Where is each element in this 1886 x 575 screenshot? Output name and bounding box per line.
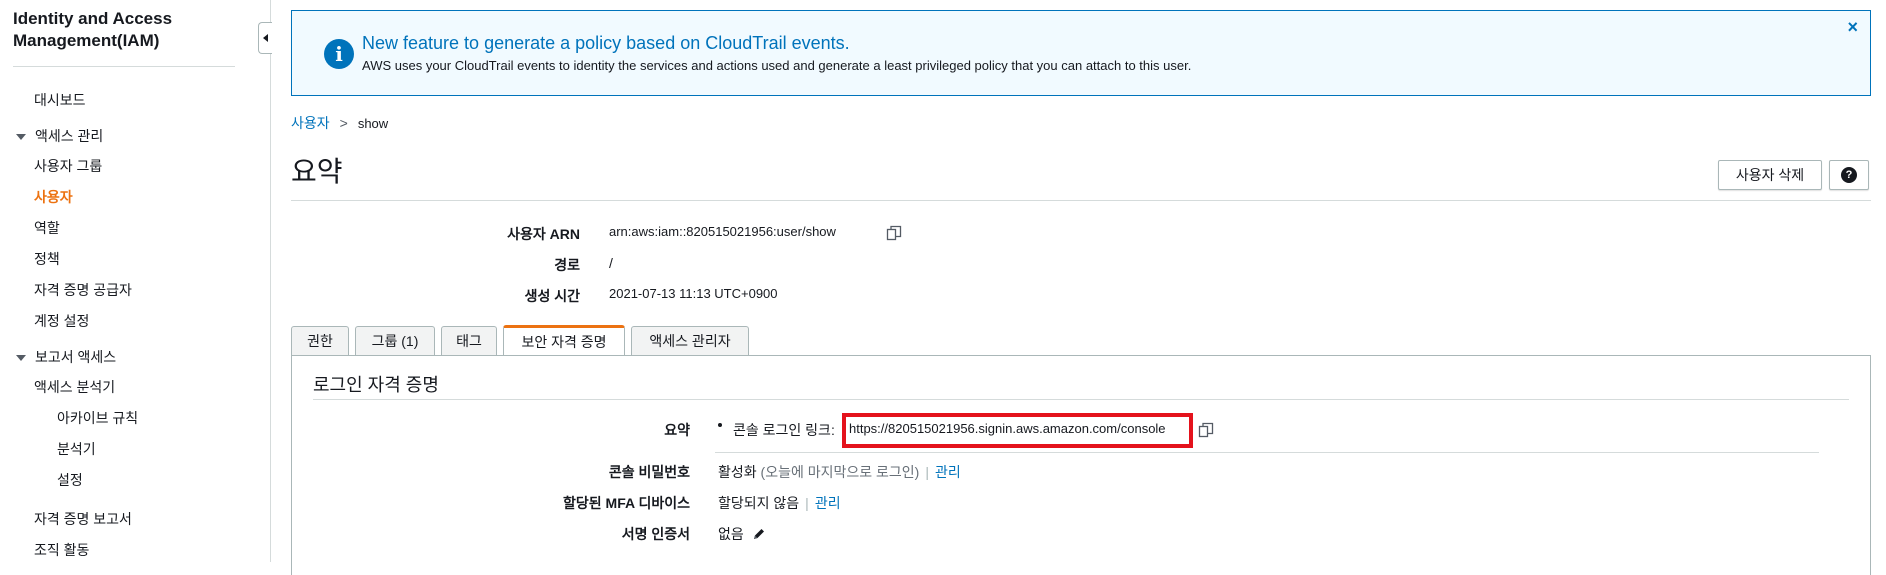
- sidebar-item-access-analyzer[interactable]: 액세스 분석기: [34, 377, 115, 397]
- sidebar-group-label: 액세스 관리: [35, 128, 104, 144]
- breadcrumb: 사용자 > show: [291, 113, 388, 133]
- sidebar-item-user-groups[interactable]: 사용자 그룹: [34, 156, 102, 176]
- close-icon[interactable]: ×: [1847, 17, 1858, 38]
- creation-time-value: 2021-07-13 11:13 UTC+0900: [609, 286, 778, 301]
- console-password-label: 콘솔 비밀번호: [608, 464, 690, 480]
- sidebar-item-organization-activity[interactable]: 조직 활동: [34, 540, 89, 560]
- separator-pipe: |: [925, 464, 929, 480]
- summary-divider: [715, 452, 1819, 453]
- tab-security-credentials[interactable]: 보안 자격 증명: [503, 325, 625, 355]
- banner-title: New feature to generate a policy based o…: [362, 33, 850, 53]
- breadcrumb-separator: >: [339, 115, 348, 131]
- sidebar-group-access-management[interactable]: 액세스 관리: [16, 126, 103, 146]
- sidebar-collapse-button[interactable]: [258, 22, 272, 54]
- tab-access-advisor[interactable]: 액세스 관리자: [631, 326, 749, 355]
- manage-mfa-link[interactable]: 관리: [815, 495, 841, 511]
- section-divider: [313, 399, 1849, 400]
- info-icon: i: [324, 39, 354, 69]
- highlight-box: [842, 413, 1193, 448]
- breadcrumb-current: show: [357, 116, 389, 131]
- help-icon: ?: [1841, 167, 1857, 183]
- caret-down-icon: [16, 134, 26, 141]
- sidebar-item-credential-report[interactable]: 자격 증명 보고서: [34, 509, 132, 529]
- sidebar-item-analyzers[interactable]: 분석기: [57, 439, 96, 459]
- sidebar: Identity and Access Management(IAM) 대시보드…: [0, 0, 268, 562]
- sidebar-divider: [13, 66, 235, 67]
- sidebar-item-policies[interactable]: 정책: [34, 249, 60, 269]
- separator-pipe: |: [805, 495, 809, 511]
- signing-certificate-status: 없음: [718, 526, 744, 542]
- manage-password-link[interactable]: 관리: [935, 464, 961, 480]
- credentials-summary-label: 요약: [664, 422, 690, 438]
- signing-certificate-label: 서명 인증서: [621, 526, 690, 542]
- bullet: [718, 423, 722, 427]
- mfa-device-value: 할당되지 않음 | 관리: [718, 493, 841, 513]
- pencil-icon[interactable]: [752, 527, 766, 541]
- console-link-label: 콘솔 로그인 링크:: [733, 422, 835, 438]
- path-label: 경로: [554, 257, 580, 273]
- help-button[interactable]: ?: [1829, 160, 1869, 190]
- signing-certificate-value: 없음: [718, 524, 766, 544]
- page-title: 요약: [291, 156, 343, 187]
- arn-value: arn:aws:iam::820515021956:user/show: [609, 224, 836, 239]
- breadcrumb-users-link[interactable]: 사용자: [291, 115, 330, 131]
- tab-tags[interactable]: 태그: [441, 326, 497, 355]
- arn-label: 사용자 ARN: [507, 226, 580, 242]
- sidebar-border: [270, 0, 271, 562]
- section-title: 로그인 자격 증명: [313, 375, 439, 395]
- title-divider: [291, 200, 1871, 201]
- caret-down-icon: [16, 355, 26, 362]
- console-password-status: 활성화: [718, 464, 757, 480]
- banner-text: AWS uses your CloudTrail events to ident…: [362, 58, 1192, 73]
- delete-user-button[interactable]: 사용자 삭제: [1718, 160, 1822, 190]
- creation-time-label: 생성 시간: [524, 288, 580, 304]
- chevron-left-icon: [263, 34, 268, 42]
- sidebar-item-account-settings[interactable]: 계정 설정: [34, 311, 89, 331]
- path-value: /: [609, 255, 613, 271]
- copy-icon[interactable]: [1198, 422, 1214, 438]
- sidebar-item-dashboard[interactable]: 대시보드: [34, 90, 86, 110]
- sidebar-group-label: 보고서 액세스: [35, 349, 117, 365]
- sidebar-item-roles[interactable]: 역할: [34, 218, 60, 238]
- sidebar-item-analyzer-settings[interactable]: 설정: [57, 470, 83, 490]
- console-password-note: (오늘에 마지막으로 로그인): [760, 464, 920, 480]
- mfa-status: 할당되지 않음: [718, 495, 800, 511]
- sidebar-item-identity-providers[interactable]: 자격 증명 공급자: [34, 280, 132, 300]
- sidebar-title: Identity and Access Management(IAM): [13, 9, 173, 50]
- info-banner: i New feature to generate a policy based…: [291, 10, 1871, 96]
- tab-permissions[interactable]: 권한: [291, 326, 349, 355]
- copy-icon[interactable]: [886, 225, 902, 241]
- sidebar-group-reports-access[interactable]: 보고서 액세스: [16, 347, 116, 367]
- sidebar-item-archive-rules[interactable]: 아카이브 규칙: [57, 408, 138, 428]
- console-password-value: 활성화 (오늘에 마지막으로 로그인) | 관리: [718, 462, 961, 482]
- sidebar-item-users[interactable]: 사용자: [34, 187, 73, 207]
- mfa-device-label: 할당된 MFA 디바이스: [563, 495, 690, 511]
- tab-groups[interactable]: 그룹 (1): [355, 326, 435, 355]
